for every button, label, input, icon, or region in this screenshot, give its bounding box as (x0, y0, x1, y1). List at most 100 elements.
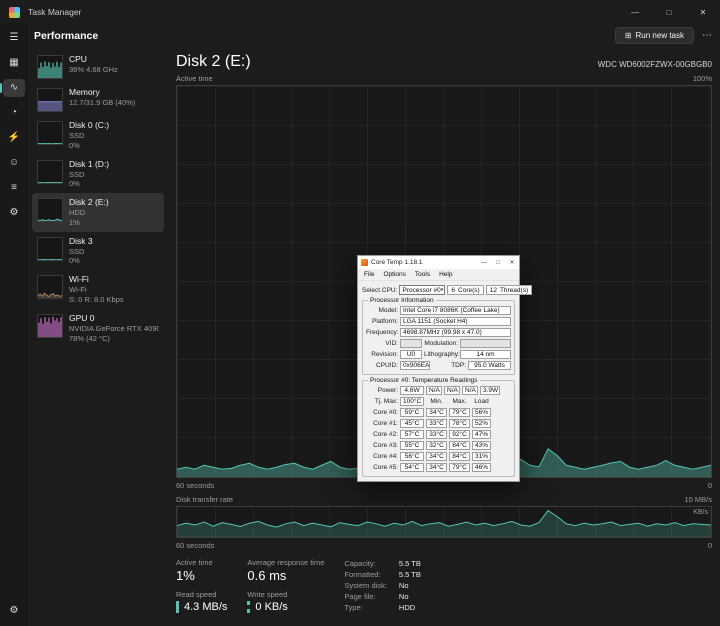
core-temp-minimize-button[interactable]: — (477, 256, 491, 269)
core0-temp-field[interactable]: 59°C (400, 408, 424, 417)
rail-item-processes[interactable]: ▦ (3, 54, 25, 72)
platform-field[interactable]: LGA 1151 (Socket H4) (400, 317, 511, 326)
rail-item-startup-apps[interactable]: ⚡ (3, 129, 25, 147)
transfer-rate-max-label: 10 MB/s (684, 495, 712, 504)
run-new-task-icon: ⊞ (624, 31, 632, 40)
page-file-label: Page file: (344, 592, 376, 601)
sidebar-item-title: Disk 2 (E:) (69, 197, 109, 208)
core4-max-field[interactable]: 84°C (449, 452, 470, 461)
hamburger-menu-button[interactable]: ☰ (3, 29, 25, 47)
window-title: Task Manager (28, 7, 82, 17)
core1-min-field[interactable]: 33°C (426, 419, 447, 428)
write-speed-label: Write speed (247, 590, 288, 599)
sidebar-item-sub: S: 0 R: 8.0 Kbps (69, 294, 124, 304)
core4-load-field[interactable]: 31% (472, 452, 491, 461)
task-manager-app-icon (9, 6, 20, 18)
tjmax-field[interactable]: 100°C (400, 397, 424, 406)
system-disk-value: No (398, 581, 409, 590)
thread-count-field[interactable]: 12 Thread(s) (485, 285, 533, 295)
core0-max-field[interactable]: 79°C (449, 408, 470, 417)
tdp-field[interactable]: 95.0 Watts (468, 361, 511, 370)
rail-item-services[interactable]: ⚙ (3, 204, 25, 222)
core-temp-row: Core #4: 56°C 34°C 84°C 31% (366, 452, 511, 461)
menu-help[interactable]: Help (435, 270, 456, 279)
core3-max-field[interactable]: 84°C (449, 441, 470, 450)
core1-temp-field[interactable]: 45°C (400, 419, 424, 428)
titlebar[interactable]: Task Manager — □ ✕ (0, 0, 720, 24)
cpuid-label: CPUID: (375, 362, 398, 369)
core1-load-field[interactable]: 52% (472, 419, 491, 428)
rail-item-details[interactable]: ≡ (3, 179, 25, 197)
task-manager-window: Task Manager — □ ✕ ☰ ▦ ∿ ◔ ⚡ ☺ ≡ ⚙ ⚙ Per… (0, 0, 720, 626)
settings-button[interactable]: ⚙ (3, 602, 25, 620)
modulation-field[interactable] (460, 339, 511, 348)
rail-item-app-history[interactable]: ◔ (3, 104, 25, 122)
sidebar-item-gpu0[interactable]: GPU 0 NVIDIA GeForce RTX 4090 78% (42 °C… (32, 309, 164, 348)
processor-information-group: Processor Information Model: Intel Core … (362, 297, 515, 375)
core1-max-field[interactable]: 78°C (449, 419, 470, 428)
core5-temp-field[interactable]: 54°C (400, 463, 424, 472)
sidebar-item-disk0[interactable]: Disk 0 (C:) SSD 0% (32, 116, 164, 155)
sidebar-item-disk1[interactable]: Disk 1 (D:) SSD 0% (32, 155, 164, 194)
core4-min-field[interactable]: 34°C (426, 452, 447, 461)
power-field[interactable]: 4.6W (400, 386, 424, 395)
vid-field[interactable] (400, 339, 422, 348)
core-temp-close-button[interactable]: ✕ (505, 256, 519, 269)
active-time-stat-label: Active time (176, 558, 213, 567)
sidebar-item-sub: 0% (69, 179, 80, 189)
core-temp-app-icon (361, 259, 368, 266)
disk2-mini-graph (37, 198, 63, 223)
core-count-field[interactable]: 6 Core(s) (447, 285, 484, 295)
rail-item-performance[interactable]: ∿ (0, 79, 25, 97)
power-field[interactable]: N/A (426, 386, 442, 395)
rail-item-users[interactable]: ☺ (3, 154, 25, 172)
disk-title: Disk 2 (E:) (176, 53, 251, 70)
core3-load-field[interactable]: 43% (472, 441, 491, 450)
sidebar-item-disk2[interactable]: Disk 2 (E:) HDD 1% (32, 193, 164, 232)
core5-min-field[interactable]: 34°C (426, 463, 447, 472)
read-speed-label: Read speed (176, 590, 217, 599)
core-temp-title: Core Temp 1.18.1 (371, 259, 423, 266)
processor-information-title: Processor Information (368, 297, 436, 304)
sidebar-item-memory[interactable]: Memory 12.7/31.9 GB (40%) (32, 83, 164, 116)
power-field[interactable]: 3.9W (480, 386, 500, 395)
sidebar-item-sub: 12.7/31.9 GB (40%) (69, 98, 136, 108)
cpu-select-dropdown[interactable]: Processor #0 ▾ (399, 285, 446, 295)
close-button[interactable]: ✕ (686, 0, 720, 24)
core2-temp-field[interactable]: 57°C (400, 430, 424, 439)
power-field[interactable]: N/A (444, 386, 460, 395)
core0-load-field[interactable]: 56% (472, 408, 491, 417)
sidebar-item-title: Disk 0 (C:) (69, 120, 110, 130)
core0-min-field[interactable]: 34°C (426, 408, 447, 417)
chevron-down-icon: ▾ (440, 287, 444, 293)
core5-load-field[interactable]: 46% (472, 463, 491, 472)
minimize-button[interactable]: — (618, 0, 652, 24)
menu-tools[interactable]: Tools (411, 270, 434, 279)
model-field[interactable]: Intel Core i7 8086K (Coffee Lake) (400, 306, 511, 315)
wifi-mini-graph (37, 275, 63, 300)
core4-temp-field[interactable]: 56°C (400, 452, 424, 461)
core-temp-titlebar[interactable]: Core Temp 1.18.1 — □ ✕ (358, 256, 519, 269)
sidebar-item-wifi[interactable]: Wi-Fi Wi-Fi S: 0 R: 8.0 Kbps (32, 270, 164, 309)
lithography-field[interactable]: 14 nm (460, 350, 511, 359)
sidebar-item-disk3[interactable]: Disk 3 SSD 0% (32, 232, 164, 271)
column-header-min: Min. (430, 398, 443, 405)
frequency-field[interactable]: 4698.87MHz (99.98 x 47.0) (400, 328, 511, 337)
cpuid-field[interactable]: 0x906EA (400, 361, 430, 370)
run-new-task-button[interactable]: ⊞ Run new task (614, 27, 694, 44)
more-options-button[interactable]: ⋯ (702, 30, 712, 41)
system-disk-label: System disk: (344, 581, 387, 590)
maximize-button[interactable]: □ (652, 0, 686, 24)
core-temp-maximize-button[interactable]: □ (491, 256, 505, 269)
core2-min-field[interactable]: 33°C (426, 430, 447, 439)
menu-file[interactable]: File (360, 270, 378, 279)
revision-field[interactable]: U0 (400, 350, 422, 359)
power-field[interactable]: N/A (462, 386, 478, 395)
sidebar-item-cpu[interactable]: CPU 36% 4.68 GHz (32, 50, 164, 83)
menu-options[interactable]: Options (379, 270, 409, 279)
core2-max-field[interactable]: 92°C (449, 430, 470, 439)
core5-max-field[interactable]: 79°C (449, 463, 470, 472)
core3-min-field[interactable]: 32°C (426, 441, 447, 450)
core3-temp-field[interactable]: 55°C (400, 441, 424, 450)
core2-load-field[interactable]: 47% (472, 430, 491, 439)
